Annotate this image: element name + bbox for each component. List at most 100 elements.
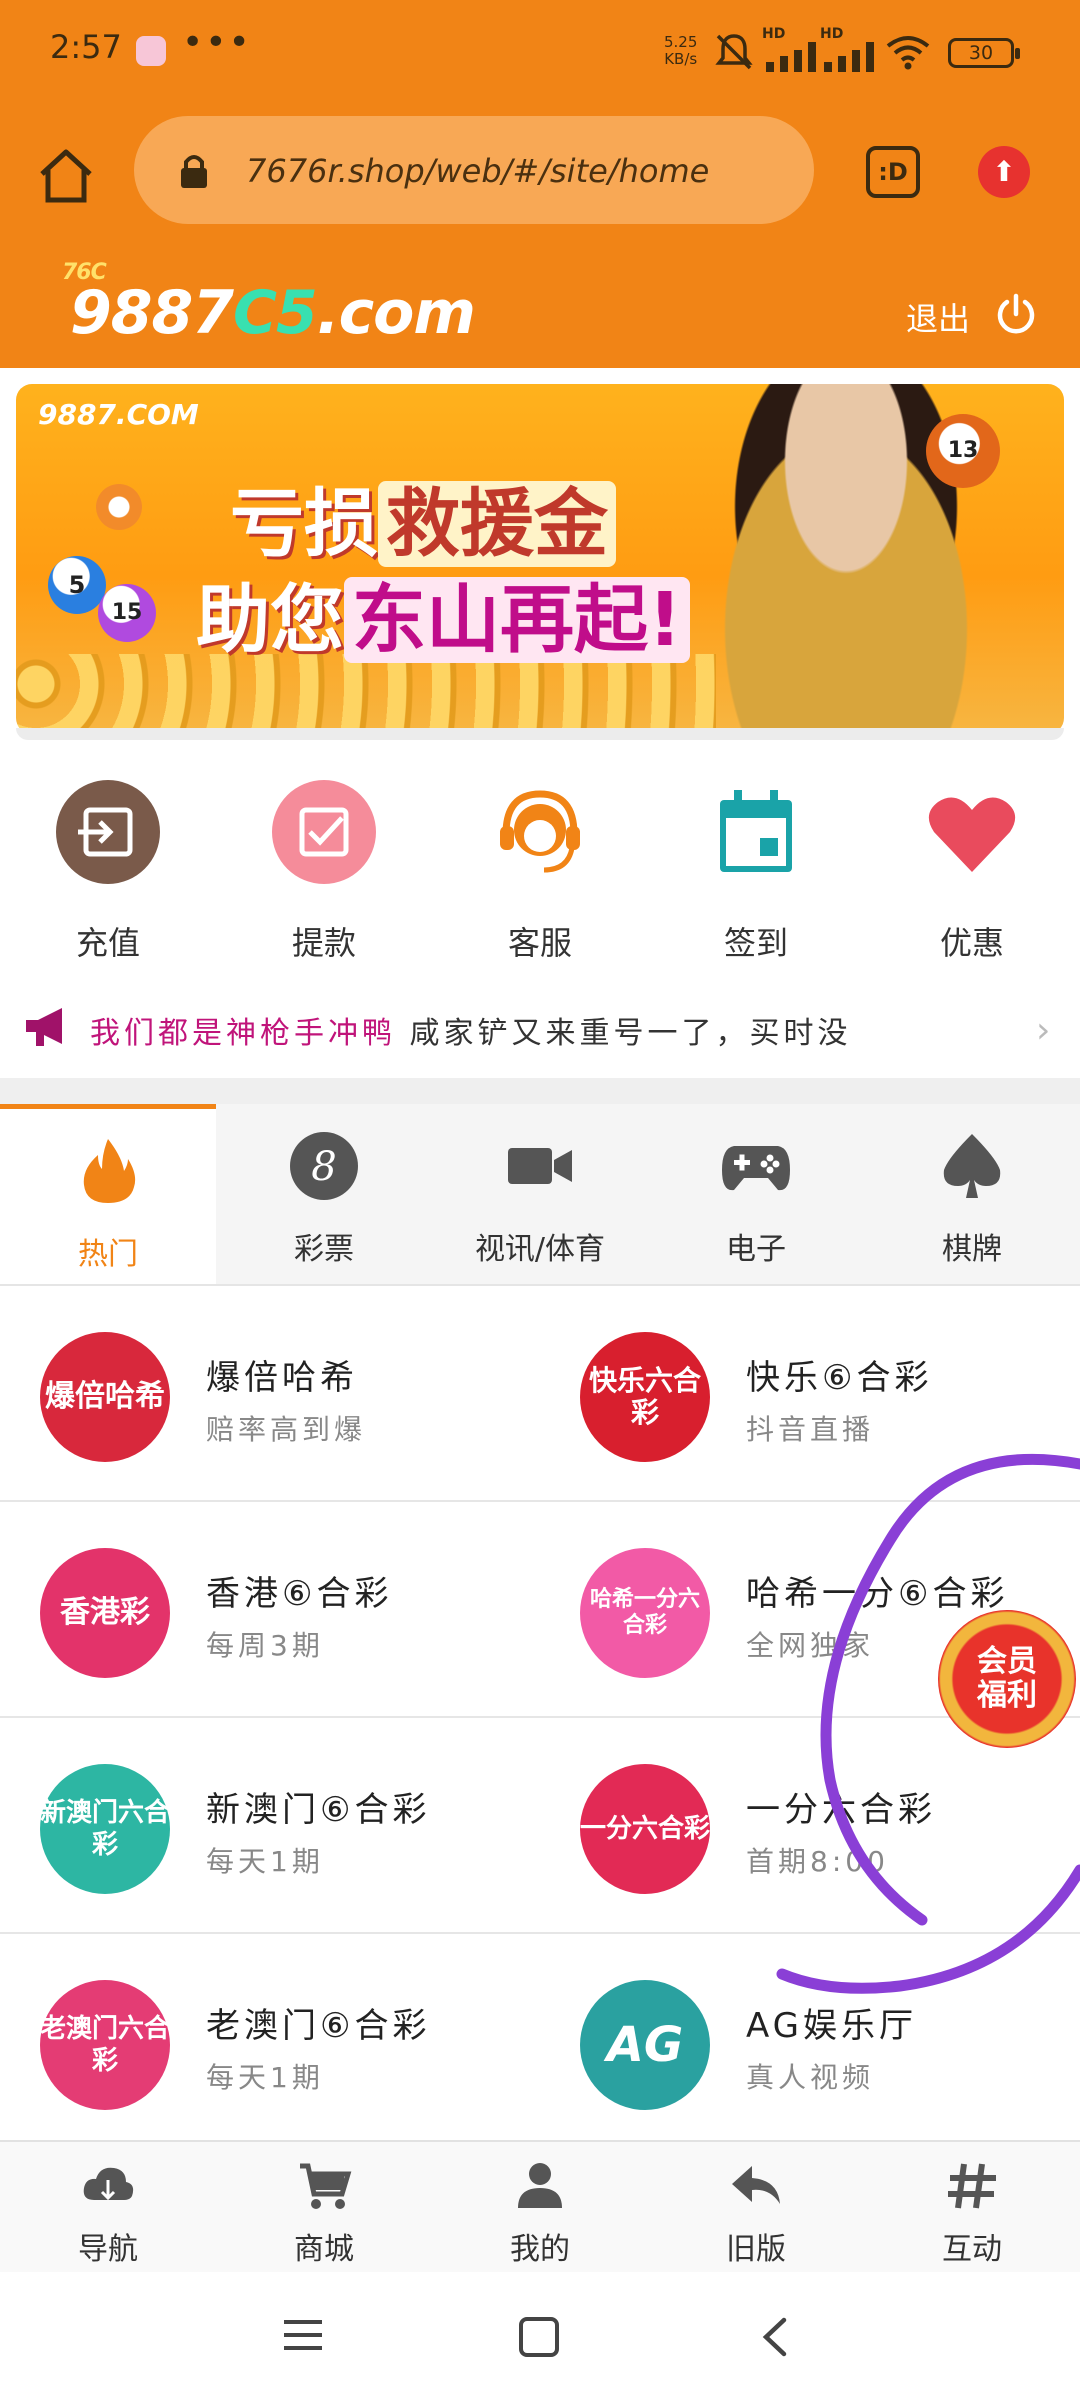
- nav-item-mine[interactable]: 我的: [432, 2142, 648, 2272]
- game-thumbnail: 一分六合彩: [580, 1764, 710, 1894]
- chevron-right-icon[interactable]: ›: [1036, 1010, 1050, 1051]
- heart-icon: [920, 780, 1024, 884]
- game-thumbnail: 快乐六合彩: [580, 1332, 710, 1462]
- url-text[interactable]: 7676r.shop/web/#/site/home: [246, 152, 709, 190]
- lottery-ball-icon: 15: [98, 584, 156, 642]
- network-speed: 5.25 KB/s: [664, 34, 697, 68]
- system-navigation-bar: [0, 2272, 1080, 2400]
- game-card[interactable]: 老澳门六合彩 老澳门⑥合彩 每天1期: [0, 1934, 540, 2150]
- megaphone-icon: [26, 1008, 62, 1046]
- tab-cards[interactable]: 棋牌: [864, 1104, 1080, 1284]
- address-bar[interactable]: 7676r.shop/web/#/site/home: [134, 116, 814, 224]
- game-title: 香港⑥合彩: [206, 1574, 393, 1614]
- game-card[interactable]: 新澳门六合彩 新澳门⑥合彩 每天1期: [0, 1718, 540, 1934]
- banner-headline-1a: 亏损: [230, 481, 378, 567]
- quick-action-label: 客服: [507, 924, 572, 962]
- nav-label: 导航: [78, 2232, 138, 2267]
- nav-item-shop[interactable]: 商城: [216, 2142, 432, 2272]
- banner-headline-1b: 救援金: [378, 481, 616, 567]
- nav-item-guide[interactable]: 导航: [0, 2142, 216, 2272]
- headset-support-icon: [488, 780, 592, 884]
- marquee-body: 咸家铲又来重号一了，买时没: [409, 1016, 852, 1051]
- decor-ball-icon: [96, 484, 142, 530]
- game-title: 快乐⑥合彩: [746, 1358, 933, 1398]
- nav-item-interact[interactable]: 互动: [864, 2142, 1080, 2272]
- section-divider: [0, 1078, 1080, 1104]
- logo-small-mark: 76C: [62, 260, 107, 285]
- logout-label[interactable]: 退出: [906, 294, 970, 340]
- game-title: 老澳门⑥合彩: [206, 2006, 431, 2046]
- spade-icon: [943, 1134, 1001, 1198]
- status-time: 2:57: [50, 28, 122, 66]
- menu-icon[interactable]: [282, 2316, 324, 2354]
- game-thumbnail: 老澳门六合彩: [40, 1980, 170, 2110]
- battery-icon: 30: [948, 38, 1020, 68]
- video-camera-icon: [508, 1148, 572, 1184]
- hashtag-icon: [948, 2163, 996, 2209]
- banner-pager: [16, 728, 1064, 740]
- quick-action-label: 优惠: [939, 924, 1004, 962]
- marquee-text: 我们都是神枪手冲鸭 咸家铲又来重号一了，买时没: [90, 1008, 852, 1052]
- banner-brand: 9887.COM: [38, 398, 199, 431]
- lottery-8-icon: 8: [290, 1132, 358, 1200]
- tab-lottery[interactable]: 8 彩票: [216, 1104, 432, 1284]
- site-logo[interactable]: 76C 9887C5.com: [62, 260, 476, 348]
- game-thumbnail: 香港彩: [40, 1548, 170, 1678]
- game-subtitle: 赔率高到爆: [206, 1413, 367, 1446]
- banner-headline-2a: 助您: [196, 577, 344, 663]
- tab-switcher-button[interactable]: :D: [866, 146, 920, 198]
- status-bar: 2:57 ••• 5.25 KB/s HD HD 30: [0, 0, 1080, 106]
- quick-action-label: 提款: [291, 924, 356, 962]
- logo-main-text: 9887: [70, 278, 234, 348]
- category-tabs: 热门 8 彩票 视讯/体育 电子 棋牌: [0, 1104, 1080, 1286]
- deposit-icon: [56, 780, 160, 884]
- announcement-marquee[interactable]: 我们都是神枪手冲鸭 咸家铲又来重号一了，买时没 ›: [0, 990, 1080, 1070]
- gamepad-icon: [722, 1146, 790, 1191]
- speed-value: 5.25: [664, 33, 698, 51]
- home-square-icon[interactable]: [518, 2316, 560, 2358]
- tab-label: 热门: [78, 1237, 138, 1272]
- tab-label: 视讯/体育: [474, 1232, 606, 1267]
- calendar-icon: [704, 780, 808, 884]
- signal-strength-2-icon: HD: [820, 26, 890, 74]
- member-badge-line1: 会员: [977, 1644, 1037, 1679]
- withdraw-icon: [272, 780, 376, 884]
- tab-electronic[interactable]: 电子: [648, 1104, 864, 1284]
- game-card[interactable]: 香港彩 香港⑥合彩 每周3期: [0, 1502, 540, 1718]
- quick-action-promotions[interactable]: 优惠: [864, 780, 1080, 970]
- nav-label: 互动: [942, 2232, 1002, 2267]
- quick-action-checkin[interactable]: 签到: [648, 780, 864, 970]
- reply-arrow-icon: [732, 2166, 780, 2204]
- quick-action-support[interactable]: 客服: [432, 780, 648, 970]
- nav-item-old-version[interactable]: 旧版: [648, 2142, 864, 2272]
- nav-label: 商城: [294, 2232, 354, 2267]
- power-icon[interactable]: [994, 292, 1038, 336]
- quick-action-label: 充值: [75, 924, 140, 962]
- tab-video-sports[interactable]: 视讯/体育: [432, 1104, 648, 1284]
- update-arrow-icon[interactable]: ⬆: [978, 146, 1030, 198]
- user-icon: [518, 2163, 562, 2208]
- shopping-cart-icon: [300, 2163, 352, 2209]
- quick-action-label: 签到: [723, 924, 788, 962]
- cloud-download-icon: [83, 2167, 134, 2201]
- member-badge-line2: 福利: [977, 1678, 1037, 1713]
- quick-action-withdraw[interactable]: 提款: [216, 780, 432, 970]
- game-subtitle: 真人视频: [746, 2061, 875, 2094]
- member-benefits-badge[interactable]: 会员 福利: [938, 1610, 1076, 1748]
- game-thumbnail: AG: [580, 1980, 710, 2110]
- game-title: 新澳门⑥合彩: [206, 1790, 431, 1830]
- back-icon[interactable]: [758, 2316, 790, 2358]
- game-subtitle: 每周3期: [206, 1629, 324, 1662]
- banner-headline-1: 亏损 救援金: [230, 464, 616, 571]
- site-header: 76C 9887C5.com 退出: [0, 248, 1080, 368]
- tab-label: 彩票: [294, 1232, 354, 1267]
- speed-unit: KB/s: [664, 50, 698, 68]
- quick-action-deposit[interactable]: 充值: [0, 780, 216, 970]
- tab-hot[interactable]: 热门: [0, 1104, 216, 1284]
- promo-banner[interactable]: 9887.COM 亏损 救援金 助您 东山再起! 5 15 13: [16, 384, 1064, 734]
- mute-bell-icon: [715, 34, 753, 70]
- game-thumbnail: 爆倍哈希: [40, 1332, 170, 1462]
- marquee-highlight: 我们都是神枪手冲鸭: [90, 1016, 396, 1051]
- game-card[interactable]: 爆倍哈希 爆倍哈希 赔率高到爆: [0, 1286, 540, 1502]
- home-icon[interactable]: [36, 146, 96, 206]
